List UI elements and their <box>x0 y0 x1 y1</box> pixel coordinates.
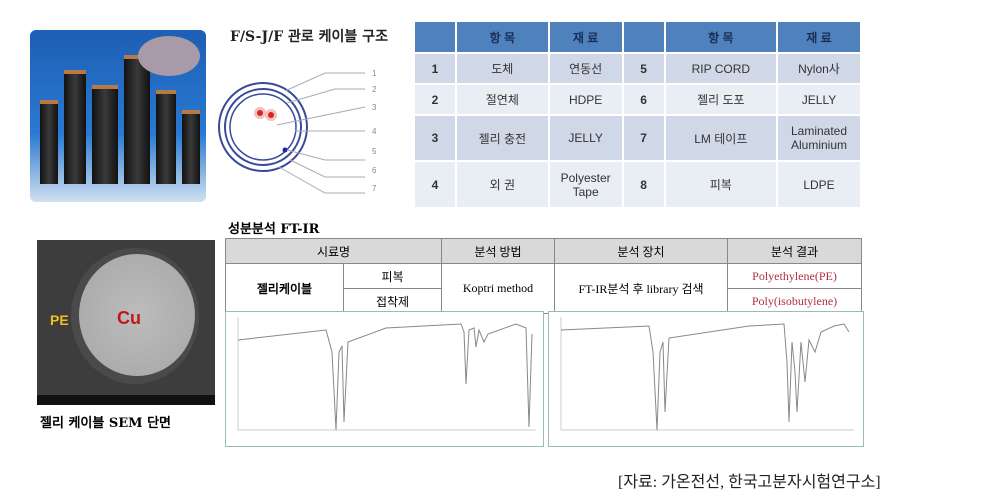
part-cell: 피복 <box>343 263 442 289</box>
ftir-title: 성분분석 FT-IR <box>228 222 320 237</box>
cell: 연동선 <box>547 52 624 85</box>
table-row: 2 절연체 HDPE 6 젤리 도포 JELLY <box>413 83 862 116</box>
cell: 3 <box>413 114 457 162</box>
header-cell <box>413 20 457 54</box>
sem-image: PE Cu <box>37 240 215 405</box>
sample-name: 젤리케이블 <box>225 263 344 314</box>
callout-7: 7 <box>372 184 377 193</box>
header-cell: 재 료 <box>776 20 862 54</box>
cell: 7 <box>621 114 666 162</box>
cell: 6 <box>621 83 666 116</box>
header-cell: 분석 결과 <box>727 238 862 264</box>
cell: Polyester Tape <box>547 160 624 209</box>
table-row: 1 도체 연동선 5 RIP CORD Nylon사 <box>413 52 862 85</box>
table-row: 3 젤리 충전 JELLY 7 LM 테이프 Laminated Aluminium <box>413 114 862 162</box>
cell: 4 <box>413 160 457 209</box>
cu-label: Cu <box>117 308 141 328</box>
cell: 젤리 도포 <box>663 83 779 116</box>
cell: 2 <box>413 83 457 116</box>
callout-2: 2 <box>372 85 377 94</box>
cell: 1 <box>413 52 457 85</box>
ftir-table: 시료명 분석 방법 분석 장치 분석 결과 젤리케이블 피복 Koptri me… <box>225 238 862 314</box>
ftir-spectrum-pib <box>548 311 864 447</box>
cell: 8 <box>621 160 666 209</box>
callout-1: 1 <box>372 69 377 78</box>
cell: LM 테이프 <box>663 114 779 162</box>
cell: 5 <box>621 52 666 85</box>
device-cell: FT-IR분석 후 library 검색 <box>554 263 728 314</box>
cell: Nylon사 <box>776 52 862 85</box>
diagram-title: F/S-J/F 관로 케이블 구조 <box>230 29 388 45</box>
header-cell <box>621 20 666 54</box>
result-cell: Poly(isobutylene) <box>727 288 862 314</box>
cell: JELLY <box>547 114 624 162</box>
cell: 젤리 충전 <box>455 114 550 162</box>
cell: JELLY <box>776 83 862 116</box>
cell: Laminated Aluminium <box>776 114 862 162</box>
callout-3: 3 <box>372 103 377 112</box>
callout-4: 4 <box>372 127 377 136</box>
cable-photo <box>30 30 206 202</box>
cell: 외 권 <box>455 160 550 209</box>
table-header: 항 목재 료항 목재 료 <box>413 20 862 54</box>
pe-label: PE <box>50 312 69 328</box>
header-cell: 분석 방법 <box>441 238 555 264</box>
callout-6: 6 <box>372 166 377 175</box>
table-header: 시료명 분석 방법 분석 장치 분석 결과 <box>225 238 862 264</box>
header-cell: 항 목 <box>455 20 550 54</box>
header-cell: 항 목 <box>663 20 779 54</box>
cell: 절연체 <box>455 83 550 116</box>
method-cell: Koptri method <box>441 263 555 314</box>
cell: 피복 <box>663 160 779 209</box>
table-row: 4외 권 Polyester Tape 8 피복 LDPE <box>413 160 862 209</box>
table-row: 젤리케이블 피복 Koptri method FT-IR분석 후 library… <box>225 263 862 314</box>
cell: LDPE <box>776 160 862 209</box>
source-citation: [자료: 가온전선, 한국고분자시험연구소] <box>618 474 881 491</box>
header-cell: 재 료 <box>547 20 624 54</box>
cell: 도체 <box>455 52 550 85</box>
header-cell: 시료명 <box>225 238 442 264</box>
cell: RIP CORD <box>663 52 779 85</box>
materials-table: 항 목재 료항 목재 료 1 도체 연동선 5 RIP CORD Nylon사 2 절연체 H… <box>413 20 862 209</box>
cell: HDPE <box>547 83 624 116</box>
callout-5: 5 <box>372 147 377 156</box>
sem-caption: 젤리 케이블 SEM 단면 <box>40 416 171 431</box>
result-cell: Polyethylene(PE) <box>727 263 862 289</box>
header-cell: 분석 장치 <box>554 238 728 264</box>
part-cell: 접착제 <box>343 288 442 314</box>
cable-structure-diagram: 1 2 3 4 5 6 7 <box>218 69 377 194</box>
ftir-spectrum-pe <box>225 311 544 447</box>
